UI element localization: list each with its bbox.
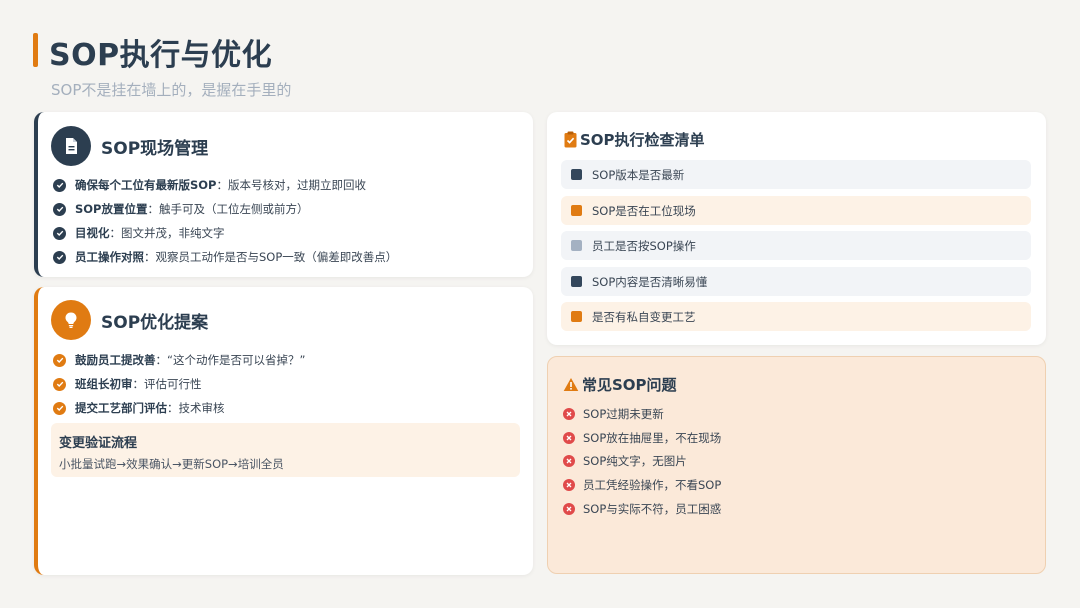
title-accent-bar	[33, 33, 38, 67]
list-item: 提交工艺部门评估：技术审核	[53, 396, 305, 420]
list-item: SOP放在抽屉里，不在现场	[563, 426, 721, 450]
optimization-proposal-header: SOP优化提案	[51, 300, 208, 340]
check-circle-icon	[53, 202, 66, 216]
common-problems-title: 常见SOP问题	[582, 376, 677, 394]
check-circle-icon	[53, 401, 66, 415]
execution-checklist-title: SOP执行检查清单	[580, 131, 705, 149]
change-verification-box: 变更验证流程 小批量试跑→效果确认→更新SOP→培训全员	[51, 423, 520, 477]
page-subtitle: SOP不是挂在墙上的，是握在手里的	[51, 81, 292, 99]
lightbulb-icon	[51, 300, 91, 340]
site-management-title: SOP现场管理	[101, 138, 209, 159]
list-item: SOP与实际不符，员工困惑	[563, 497, 721, 521]
document-icon	[51, 126, 91, 166]
list-item: 员工操作对照：观察员工动作是否与SOP一致（偏差即改善点）	[53, 245, 397, 269]
clipboard-check-icon	[564, 131, 577, 148]
checklist-marker	[571, 276, 582, 287]
check-circle-icon	[53, 226, 66, 240]
page-title: SOP执行与优化	[49, 38, 273, 73]
check-circle-icon	[53, 353, 66, 367]
list-item: SOP放置位置：触手可及（工位左侧或前方）	[53, 197, 397, 221]
check-circle-icon	[53, 250, 66, 264]
checklist-marker	[571, 205, 582, 216]
site-management-list: 确保每个工位有最新版SOP：版本号核对，过期立即回收 SOP放置位置：触手可及（…	[53, 173, 397, 269]
common-problems-list: SOP过期未更新 SOP放在抽屉里，不在现场 SOP纯文字，无图片 员工凭经验操…	[563, 402, 721, 520]
checklist-item: SOP内容是否清晰易懂	[561, 267, 1031, 296]
list-item: 员工凭经验操作，不看SOP	[563, 473, 721, 497]
optimization-proposal-card: SOP优化提案 鼓励员工提改善：“这个动作是否可以省掉？” 班组长初审：评估可行…	[34, 287, 533, 575]
x-circle-icon	[563, 407, 575, 420]
check-circle-icon	[53, 377, 66, 391]
site-management-header: SOP现场管理	[51, 126, 208, 166]
checklist-marker	[571, 240, 582, 251]
optimization-proposal-list: 鼓励员工提改善：“这个动作是否可以省掉？” 班组长初审：评估可行性 提交工艺部门…	[53, 348, 305, 420]
common-problems-card: 常见SOP问题 SOP过期未更新 SOP放在抽屉里，不在现场 SOP纯文字，无图…	[547, 356, 1046, 574]
checklist-marker	[571, 169, 582, 180]
x-circle-icon	[563, 502, 575, 515]
change-verification-desc: 小批量试跑→效果确认→更新SOP→培训全员	[59, 457, 284, 471]
checklist-marker	[571, 311, 582, 322]
checklist-item: SOP是否在工位现场	[561, 196, 1031, 225]
list-item: 确保每个工位有最新版SOP：版本号核对，过期立即回收	[53, 173, 397, 197]
checklist-item: SOP版本是否最新	[561, 160, 1031, 189]
checklist-item: 员工是否按SOP操作	[561, 231, 1031, 260]
site-management-card: SOP现场管理 确保每个工位有最新版SOP：版本号核对，过期立即回收 SOP放置…	[34, 112, 533, 277]
warning-icon	[563, 377, 579, 392]
list-item: 班组长初审：评估可行性	[53, 372, 305, 396]
common-problems-header: 常见SOP问题	[563, 374, 677, 395]
check-circle-icon	[53, 178, 66, 192]
checklist-item: 是否有私自变更工艺	[561, 302, 1031, 331]
optimization-proposal-title: SOP优化提案	[101, 312, 209, 333]
list-item: 目视化：图文并茂，非纯文字	[53, 221, 397, 245]
list-item: SOP过期未更新	[563, 402, 721, 426]
x-circle-icon	[563, 478, 575, 491]
execution-checklist-card: SOP执行检查清单 SOP版本是否最新 SOP是否在工位现场 员工是否按SOP操…	[547, 112, 1046, 345]
list-item: SOP纯文字，无图片	[563, 449, 721, 473]
list-item: 鼓励员工提改善：“这个动作是否可以省掉？”	[53, 348, 305, 372]
change-verification-title: 变更验证流程	[59, 436, 138, 451]
x-circle-icon	[563, 455, 575, 468]
x-circle-icon	[563, 431, 575, 444]
execution-checklist-header: SOP执行检查清单	[564, 129, 705, 150]
